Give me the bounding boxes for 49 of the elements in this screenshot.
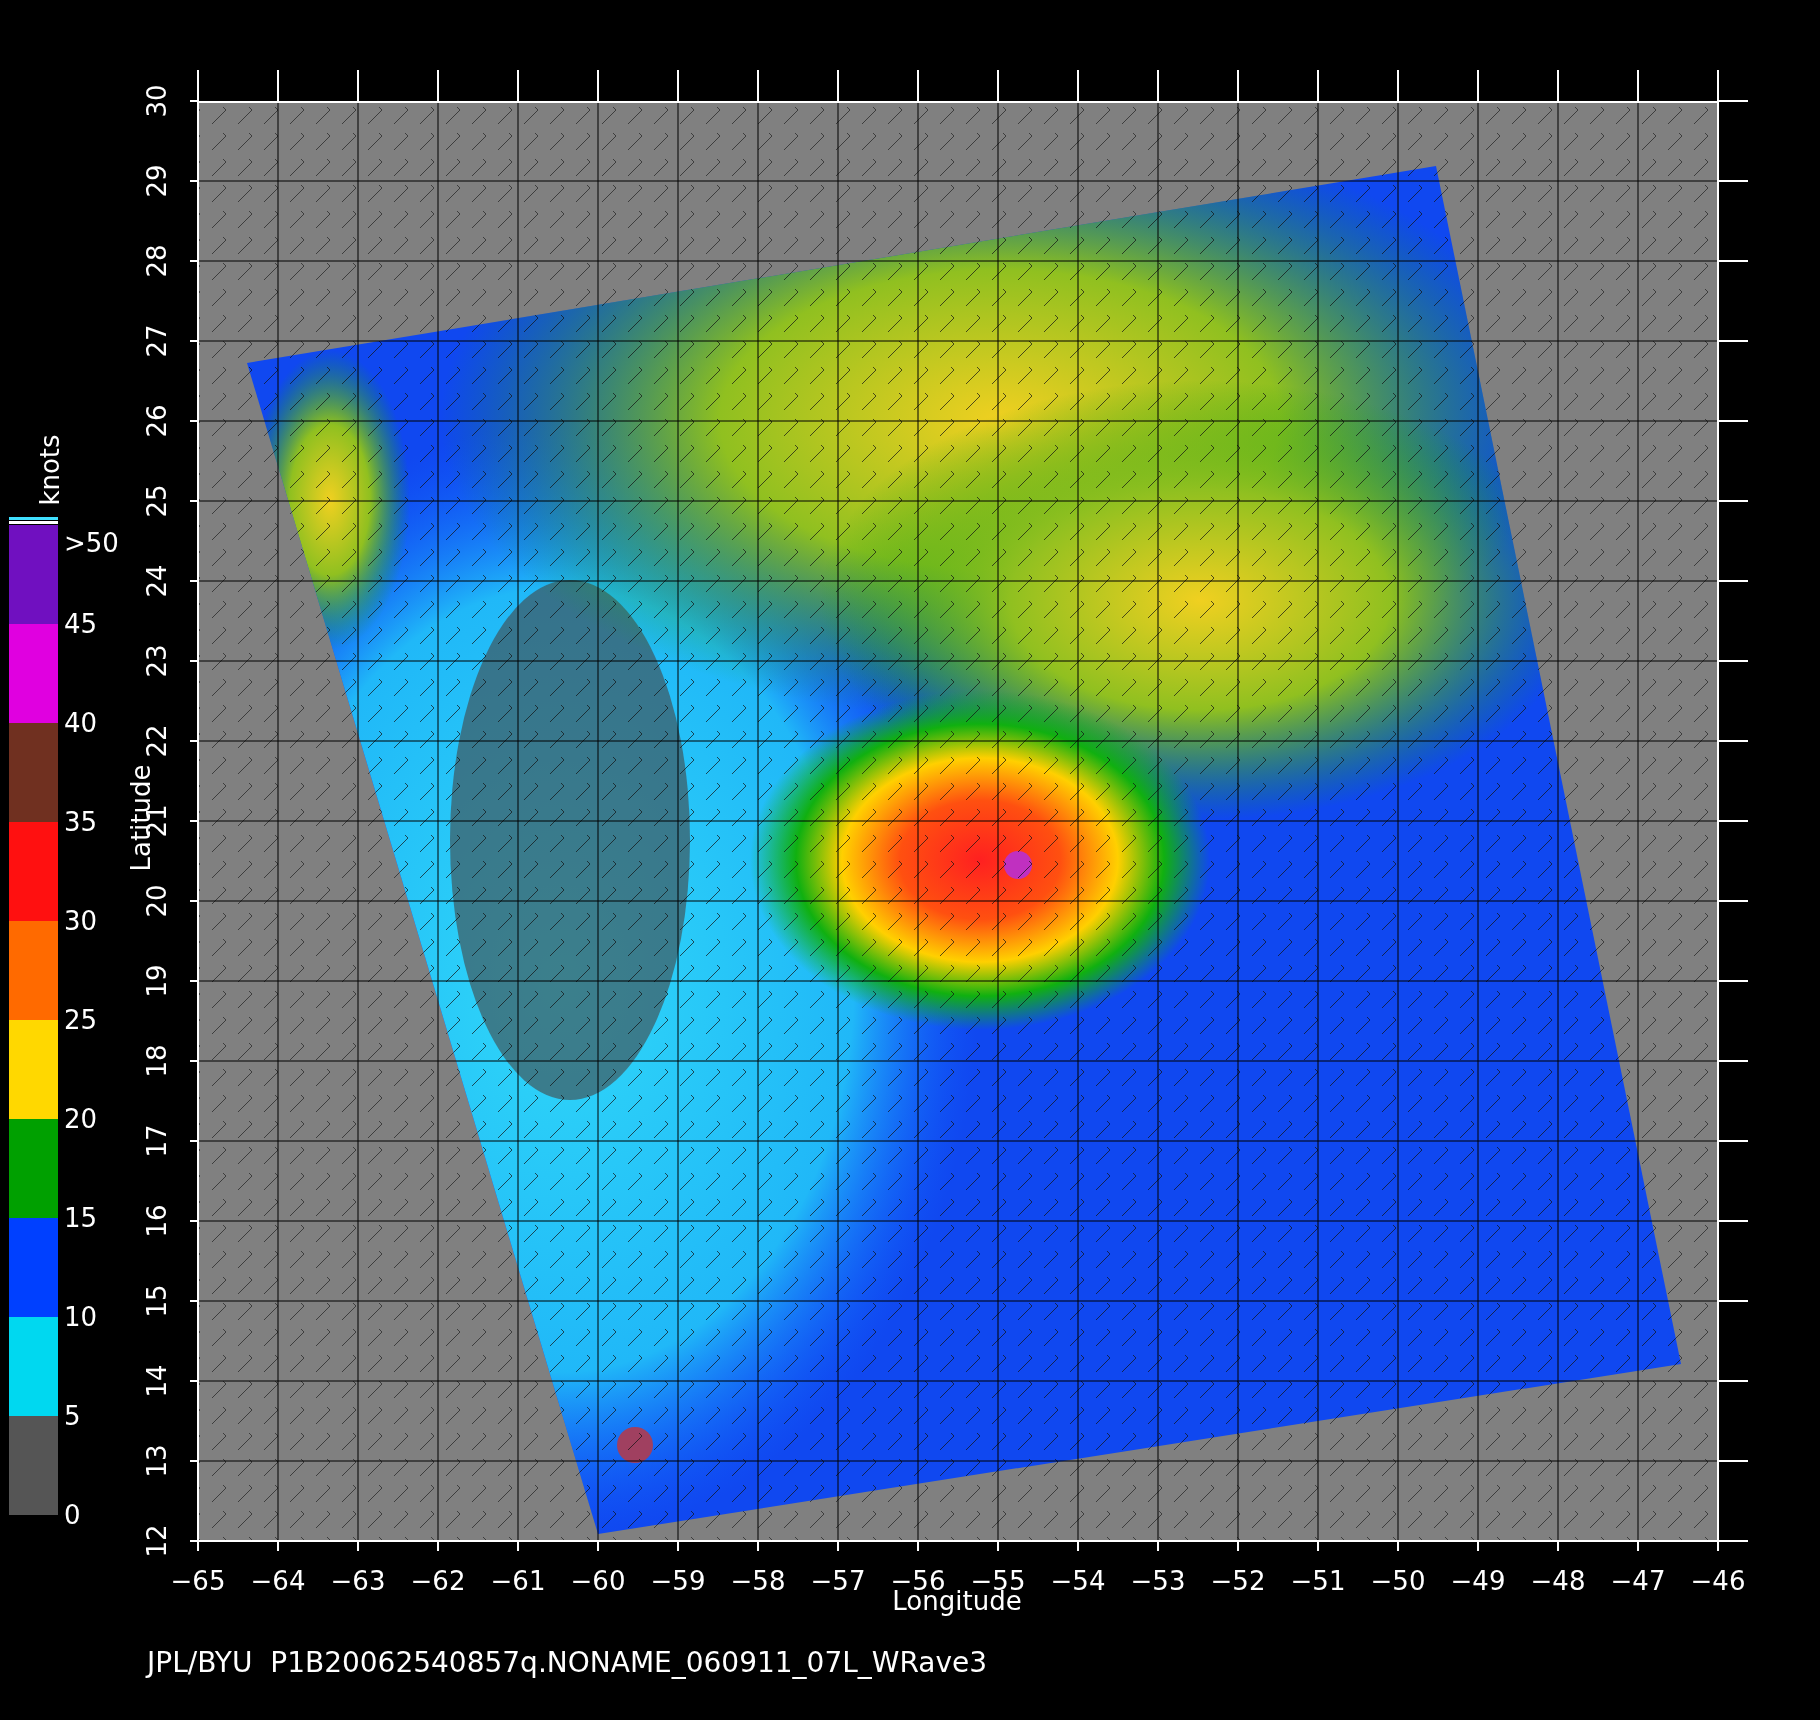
x-tick-label: −49 [1450, 1566, 1506, 1596]
colorbar-tick-label: 25 [64, 1005, 98, 1035]
x-tick-label: −50 [1370, 1566, 1426, 1596]
y-tick-label: 19 [142, 964, 172, 998]
colorbar-tick-label: 5 [64, 1401, 81, 1431]
y-tick-label: 29 [142, 164, 172, 198]
colorbar-tick-label: 15 [64, 1203, 98, 1233]
x-tick-label: −54 [1050, 1566, 1106, 1596]
colorbar-tick-label: 40 [64, 708, 98, 738]
x-tick-label: −47 [1610, 1566, 1666, 1596]
y-tick-label: 16 [142, 1204, 172, 1238]
y-tick-label: 26 [142, 404, 172, 438]
y-tick-label: 25 [142, 484, 172, 518]
y-tick-label: 24 [142, 564, 172, 598]
colorbar-tick-label: 30 [64, 906, 98, 936]
colorbar-tick-label: 20 [64, 1104, 98, 1134]
colorbar-tick-label: >50 [64, 528, 119, 558]
colorbar-tick-label: 35 [64, 807, 98, 837]
x-tick-label: −65 [170, 1566, 226, 1596]
y-tick-label: 13 [142, 1444, 172, 1478]
y-tick-label: 20 [142, 884, 172, 918]
y-tick-label: 17 [142, 1124, 172, 1158]
x-tick-label: −61 [490, 1566, 546, 1596]
x-tick-label: −57 [810, 1566, 866, 1596]
y-tick-label: 28 [142, 244, 172, 278]
x-tick-label: −51 [1290, 1566, 1346, 1596]
x-tick-label: −46 [1690, 1566, 1746, 1596]
y-tick-label: 22 [142, 724, 172, 758]
footer-caption: JPL/BYU P1B20062540857q.NONAME_060911_07L_WRave3 [144, 1645, 988, 1679]
x-tick-label: −48 [1530, 1566, 1586, 1596]
x-tick-label: −58 [730, 1566, 786, 1596]
y-tick-label: 15 [142, 1284, 172, 1318]
colorbar-tick-label: 0 [64, 1500, 81, 1530]
y-tick-label: 30 [142, 84, 172, 118]
x-tick-label: −63 [330, 1566, 386, 1596]
x-tick-label: −53 [1130, 1566, 1186, 1596]
y-tick-label: 18 [142, 1044, 172, 1078]
y-tick-label: 12 [142, 1524, 172, 1558]
y-tick-label: 14 [142, 1364, 172, 1398]
colorbar-tick-label: 10 [64, 1302, 98, 1332]
x-tick-label: −60 [570, 1566, 626, 1596]
y-tick-label: 27 [142, 324, 172, 358]
colorbar-label: knots [35, 434, 65, 506]
x-tick-label: −59 [650, 1566, 706, 1596]
x-tick-label: −62 [410, 1566, 466, 1596]
x-tick-label: −64 [250, 1566, 306, 1596]
x-tick-label: −52 [1210, 1566, 1266, 1596]
y-tick-label: 23 [142, 644, 172, 678]
colorbar-tick-label: 45 [64, 609, 98, 639]
